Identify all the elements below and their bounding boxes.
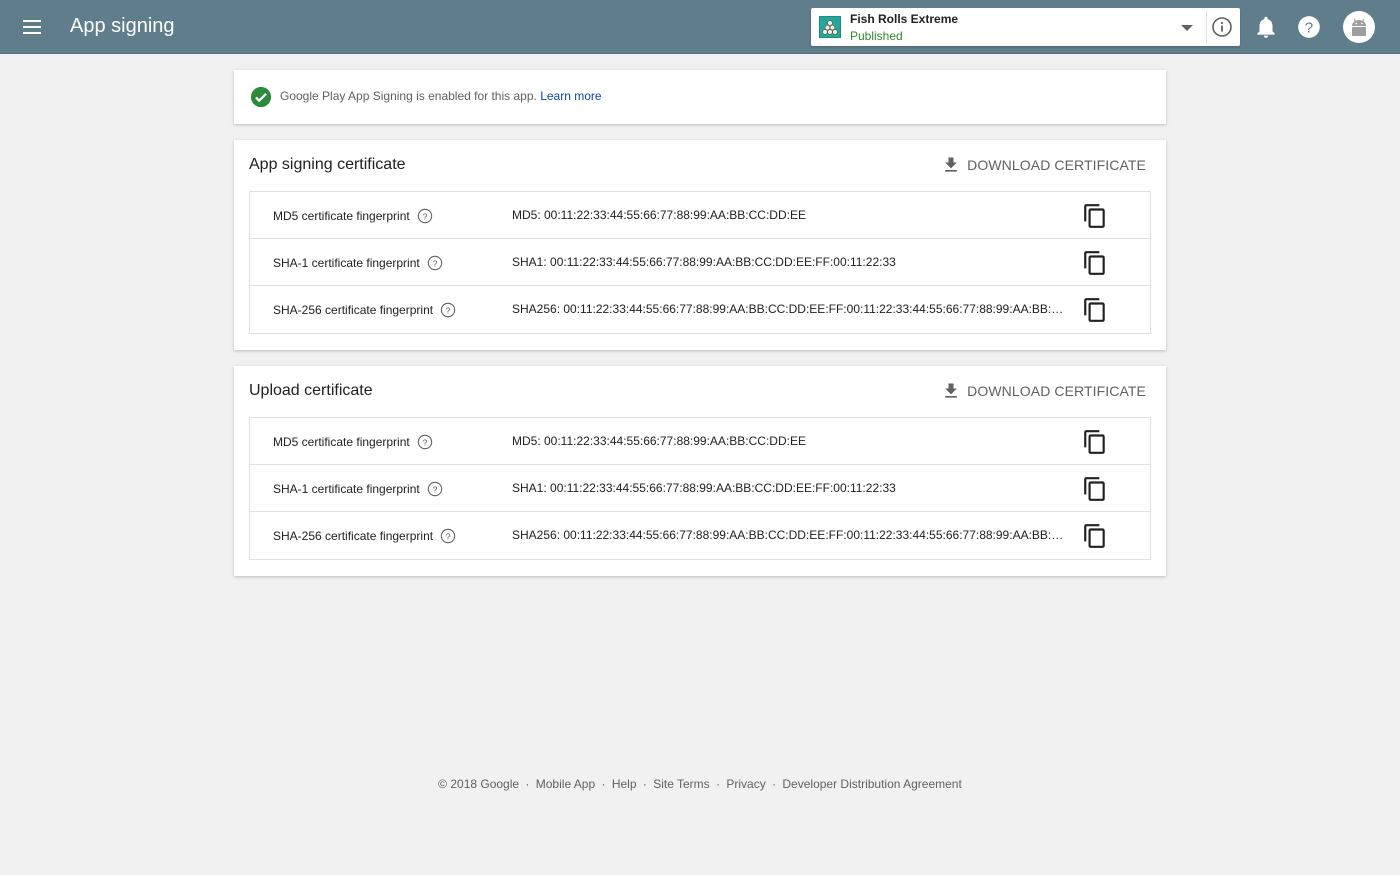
table-row: SHA-1 certificate fingerprint? SHA1: 00:… [250, 239, 1150, 286]
fingerprint-label: MD5 certificate fingerprint [273, 435, 410, 449]
fingerprint-value: SHA1: 00:11:22:33:44:55:66:77:88:99:AA:B… [512, 481, 896, 495]
fingerprint-value: SHA256: 00:11:22:33:44:55:66:77:88:99:AA… [512, 302, 1067, 316]
fingerprint-value: MD5: 00:11:22:33:44:55:66:77:88:99:AA:BB… [512, 434, 806, 448]
app-icon [819, 16, 841, 38]
footer-link-help[interactable]: Help [612, 777, 637, 791]
fingerprint-label: SHA-256 certificate fingerprint [273, 303, 434, 317]
separator: · [601, 777, 606, 791]
help-icon[interactable]: ? [1296, 14, 1322, 40]
copy-icon[interactable] [1082, 250, 1108, 276]
help-circle-icon[interactable]: ? [427, 481, 443, 497]
app-signing-enabled-banner: Google Play App Signing is enabled for t… [234, 70, 1166, 124]
divider [1206, 11, 1207, 43]
table-row: SHA-1 certificate fingerprint? SHA1: 00:… [250, 465, 1150, 512]
separator: · [716, 777, 721, 791]
help-circle-icon[interactable]: ? [417, 434, 433, 450]
svg-text:?: ? [1305, 19, 1313, 36]
download-label: DOWNLOAD CERTIFICATE [967, 383, 1146, 399]
download-certificate-button[interactable]: DOWNLOAD CERTIFICATE [941, 155, 1146, 175]
table-row: MD5 certificate fingerprint? MD5: 00:11:… [250, 192, 1150, 239]
fingerprint-label: SHA-1 certificate fingerprint [273, 482, 420, 496]
help-circle-icon[interactable]: ? [440, 528, 456, 544]
copy-icon[interactable] [1082, 429, 1108, 455]
fingerprint-label: MD5 certificate fingerprint [273, 209, 410, 223]
copy-icon[interactable] [1082, 297, 1108, 323]
page-title: App signing [70, 15, 175, 37]
svg-text:?: ? [422, 211, 427, 221]
check-circle-icon [250, 86, 272, 108]
help-circle-icon[interactable]: ? [440, 302, 456, 318]
learn-more-link[interactable]: Learn more [540, 89, 601, 103]
app-name: Fish Rolls Extreme [850, 12, 959, 26]
copy-icon[interactable] [1082, 476, 1108, 502]
app-selector[interactable]: Fish Rolls Extreme Published [811, 8, 1240, 46]
download-icon [945, 157, 958, 172]
app-status: Published [850, 29, 903, 43]
upload-certificate-card: Upload certificate DOWNLOAD CERTIFICATE … [234, 366, 1166, 576]
banner-message: Google Play App Signing is enabled for t… [280, 89, 602, 103]
app-signing-certificate-card: App signing certificate DOWNLOAD CERTIFI… [234, 140, 1166, 350]
fingerprint-table: MD5 certificate fingerprint? MD5: 00:11:… [249, 417, 1151, 560]
footer-link-mobile-app[interactable]: Mobile App [536, 777, 595, 791]
notifications-bell-icon[interactable] [1253, 14, 1279, 40]
help-circle-icon[interactable]: ? [417, 208, 433, 224]
banner-text: Google Play App Signing is enabled for t… [280, 89, 537, 103]
download-label: DOWNLOAD CERTIFICATE [967, 157, 1146, 173]
copyright: © 2018 Google [438, 777, 520, 791]
top-app-bar: App signing Fish Rolls Extreme Published… [0, 0, 1400, 54]
fingerprint-label: SHA-1 certificate fingerprint [273, 256, 420, 270]
fingerprint-label: SHA-256 certificate fingerprint [273, 529, 434, 543]
footer-link-site-terms[interactable]: Site Terms [653, 777, 709, 791]
svg-text:?: ? [446, 531, 451, 541]
fingerprint-table: MD5 certificate fingerprint? MD5: 00:11:… [249, 191, 1151, 334]
avatar-android-icon[interactable] [1343, 11, 1375, 43]
svg-text:?: ? [432, 258, 437, 268]
card-title: Upload certificate [249, 382, 373, 399]
copy-icon[interactable] [1082, 203, 1108, 229]
table-row: SHA-256 certificate fingerprint? SHA256:… [250, 286, 1150, 333]
fingerprint-value: SHA1: 00:11:22:33:44:55:66:77:88:99:AA:B… [512, 255, 896, 269]
copy-icon[interactable] [1082, 523, 1108, 549]
dropdown-caret-icon[interactable] [1181, 25, 1193, 31]
table-row: SHA-256 certificate fingerprint? SHA256:… [250, 512, 1150, 559]
footer: © 2018 Google · Mobile App · Help · Site… [0, 777, 1400, 791]
svg-text:?: ? [446, 305, 451, 315]
info-icon[interactable] [1210, 15, 1234, 39]
svg-text:?: ? [422, 437, 427, 447]
fingerprint-value: MD5: 00:11:22:33:44:55:66:77:88:99:AA:BB… [512, 208, 806, 222]
help-circle-icon[interactable]: ? [427, 255, 443, 271]
table-row: MD5 certificate fingerprint? MD5: 00:11:… [250, 418, 1150, 465]
footer-link-privacy[interactable]: Privacy [726, 777, 765, 791]
fingerprint-value: SHA256: 00:11:22:33:44:55:66:77:88:99:AA… [512, 528, 1067, 542]
card-title: App signing certificate [249, 156, 406, 173]
footer-link-developer-distribution-agreement[interactable]: Developer Distribution Agreement [782, 777, 961, 791]
separator: · [525, 777, 530, 791]
download-icon [945, 383, 958, 398]
separator: · [772, 777, 777, 791]
menu-icon[interactable] [20, 15, 46, 39]
download-certificate-button[interactable]: DOWNLOAD CERTIFICATE [941, 381, 1146, 401]
separator: · [642, 777, 647, 791]
svg-text:?: ? [432, 484, 437, 494]
